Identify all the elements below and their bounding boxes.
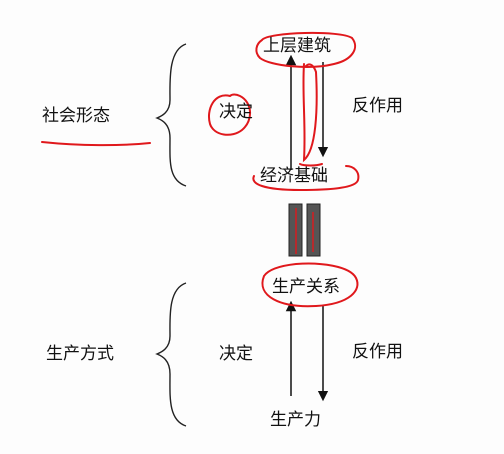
upper-brace [155,43,187,187]
node-relations-of-production: 生产关系 [272,277,340,297]
node-productive-forces: 生产力 [270,410,321,430]
relation-determines-upper: 决定 [219,102,253,122]
relation-reacts-upper: 反作用 [352,96,403,116]
node-economic-base: 经济基础 [260,166,328,186]
node-superstructure: 上层建筑 [263,36,331,56]
relation-reacts-lower: 反作用 [352,342,403,362]
category-label-production-mode: 生产方式 [46,344,114,364]
category-label-social-form: 社会形态 [42,106,110,126]
lower-brace [155,282,187,427]
relation-determines-lower: 决定 [219,344,253,364]
equivalence-connector [288,203,321,257]
diagram-canvas: 社会形态 上层建筑 决定 反作用 经济基础 生产方式 生产关系 决定 反作用 生… [0,0,504,454]
diagram-graphics [41,31,360,427]
